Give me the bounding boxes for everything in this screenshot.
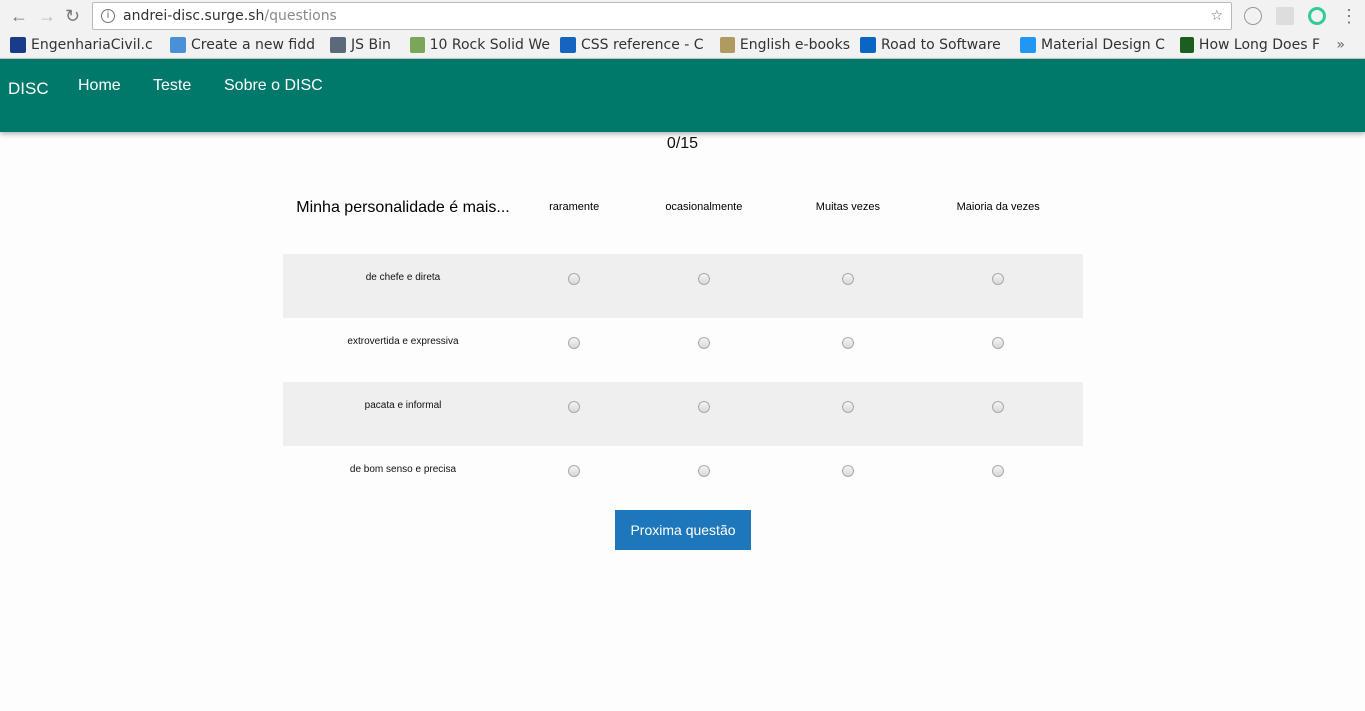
nav-home[interactable]: Home — [78, 77, 121, 95]
bookmark-favicon-icon — [170, 37, 186, 53]
bookmark-label: 10 Rock Solid We — [429, 37, 550, 53]
bookmark-label: EngenhariaCivil.c — [31, 37, 153, 53]
bookmark-favicon-icon — [10, 37, 26, 53]
radio-cell — [625, 254, 783, 318]
bookmark-label: How Long Does F — [1198, 37, 1320, 53]
answer-radio[interactable] — [992, 401, 1005, 413]
react-extension-icon[interactable] — [1276, 7, 1294, 25]
url-host: andrei-disc.surge.sh — [123, 8, 265, 24]
answer-radio[interactable] — [697, 273, 710, 285]
bookmark-item[interactable]: Material Design C — [1020, 37, 1170, 53]
answer-radio[interactable] — [568, 273, 581, 285]
answer-radio[interactable] — [697, 401, 710, 413]
progress-counter: 0/15 — [666, 135, 699, 152]
next-question-button[interactable]: Proxima questão — [615, 510, 751, 550]
bookmark-label: CSS reference - C — [581, 37, 704, 53]
answer-radio[interactable] — [568, 401, 581, 413]
bookmark-favicon-icon — [410, 37, 425, 53]
radio-cell — [523, 254, 626, 318]
navbar: DISC Home Teste Sobre o DISC — [0, 59, 1365, 132]
bookmark-item[interactable]: 10 Rock Solid We — [410, 37, 550, 53]
answer-radio[interactable] — [568, 465, 581, 477]
radio-cell — [625, 382, 783, 446]
answer-radio[interactable] — [697, 337, 710, 349]
answer-radio[interactable] — [841, 465, 854, 477]
bookmark-favicon-icon — [330, 37, 346, 53]
bookmark-label: JS Bin — [351, 37, 391, 53]
column-header: Maioria da vezes — [956, 201, 1040, 213]
answer-radio[interactable] — [697, 465, 710, 477]
radio-cell — [913, 318, 1083, 382]
url-path: /questions — [264, 8, 337, 24]
bookmark-item[interactable]: English e-books — [720, 37, 850, 53]
bookmark-label: Create a new fidd — [191, 37, 315, 53]
info-icon[interactable]: i — [101, 9, 115, 23]
bookmark-favicon-icon — [720, 37, 735, 53]
table-row: pacata e informal — [283, 382, 1083, 446]
bookmarks-bar: EngenhariaCivil.c Create a new fidd JS Bin… — [0, 32, 1365, 58]
table-row: de bom senso e precisa — [283, 446, 1083, 510]
brand-link[interactable]: DISC — [8, 79, 49, 99]
bookmark-item[interactable]: Road to Software — [860, 37, 1010, 53]
column-header: Muitas vezes — [815, 201, 880, 213]
bookmark-item[interactable]: CSS reference - C — [560, 37, 710, 53]
row-label: de bom senso e precisa — [349, 464, 457, 475]
column-header: ocasionalmente — [665, 201, 743, 213]
menu-icon[interactable]: ⋮ — [1340, 6, 1358, 27]
reload-icon[interactable]: ↻ — [65, 6, 80, 27]
back-icon[interactable]: ← — [10, 6, 28, 27]
bookmark-star-icon[interactable]: ☆ — [1210, 8, 1223, 24]
row-label: de chefe e direta — [283, 254, 523, 318]
extension-icon[interactable] — [1244, 7, 1262, 25]
bookmark-label: Material Design C — [1041, 37, 1165, 53]
more-bookmarks-button[interactable]: » — [1336, 37, 1345, 53]
radio-cell — [913, 254, 1083, 318]
question-text: Minha personalidade é mais... — [296, 198, 510, 216]
bookmark-favicon-icon — [1020, 37, 1036, 53]
radio-cell — [523, 382, 626, 446]
bookmark-item[interactable]: How Long Does F — [1180, 37, 1320, 53]
radio-cell — [913, 446, 1083, 510]
nav-sobre[interactable]: Sobre o DISC — [224, 77, 323, 95]
table-row: extrovertida e expressiva — [283, 318, 1083, 382]
address-bar[interactable]: i andrei-disc.surge.sh/questions ☆ — [92, 2, 1232, 30]
question-table: Minha personalidade é mais... raramente … — [283, 160, 1083, 510]
bookmark-favicon-icon — [860, 37, 876, 53]
bookmark-label: Road to Software — [881, 37, 1001, 53]
browser-chrome: ← → ↻ i andrei-disc.surge.sh/questions ☆… — [0, 0, 1365, 59]
answer-radio[interactable] — [841, 337, 854, 349]
answer-radio[interactable] — [992, 465, 1005, 477]
forward-icon[interactable]: → — [38, 6, 56, 27]
bookmark-item[interactable]: JS Bin — [330, 37, 400, 53]
answer-radio[interactable] — [992, 273, 1005, 285]
radio-cell — [625, 446, 782, 510]
radio-cell — [782, 254, 914, 318]
answer-radio[interactable] — [992, 337, 1005, 349]
answer-radio[interactable] — [841, 273, 854, 285]
radio-cell — [523, 318, 625, 382]
table-row: de chefe e direta — [283, 254, 1083, 318]
column-header: raramente — [549, 201, 600, 213]
extension-icon-2[interactable] — [1308, 7, 1326, 25]
radio-cell — [913, 382, 1083, 446]
radio-cell — [782, 446, 913, 510]
bookmark-item[interactable]: Create a new fidd — [170, 37, 320, 53]
bookmark-label: English e-books — [739, 37, 850, 53]
radio-cell — [523, 446, 625, 510]
answer-radio[interactable] — [568, 337, 581, 349]
bookmark-favicon-icon — [560, 37, 576, 53]
radio-cell — [782, 318, 913, 382]
row-label: extrovertida e expressiva — [347, 336, 459, 347]
nav-teste[interactable]: Teste — [153, 77, 191, 95]
radio-cell — [782, 382, 914, 446]
bookmark-favicon-icon — [1180, 37, 1194, 53]
radio-cell — [625, 318, 782, 382]
row-label: pacata e informal — [283, 382, 523, 446]
answer-radio[interactable] — [841, 401, 854, 413]
bookmark-item[interactable]: EngenhariaCivil.c — [10, 37, 160, 53]
